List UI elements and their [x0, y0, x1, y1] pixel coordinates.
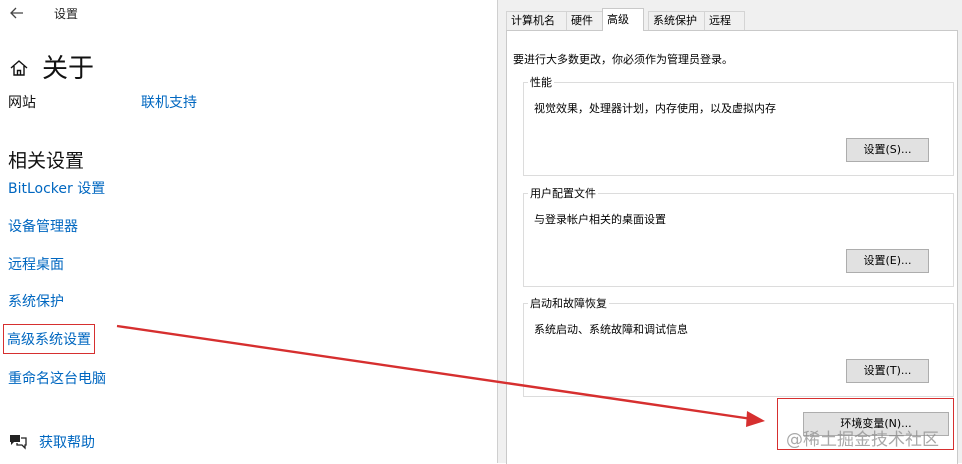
annotation-arrow	[116, 324, 765, 427]
watermark-text: @稀土掘金技术社区	[786, 430, 939, 450]
tab-advanced[interactable]: 高级	[602, 8, 644, 31]
